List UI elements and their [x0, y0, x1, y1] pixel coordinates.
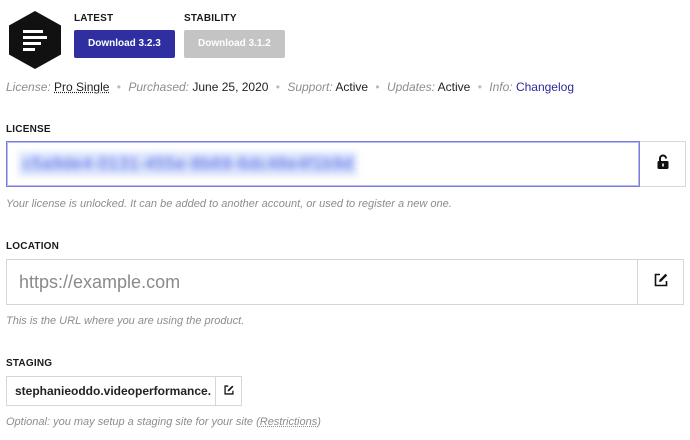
support-label: Support:	[287, 80, 333, 94]
separator: •	[477, 80, 482, 94]
staging-url-value: stephanieoddo.videoperformance.	[15, 384, 212, 398]
restrictions-link[interactable]: Restrictions	[260, 416, 317, 428]
stability-download-group: STABILITY Download 3.1.2	[184, 13, 285, 58]
purchased-label: Purchased:	[128, 80, 190, 94]
location-section-label: LOCATION	[6, 241, 60, 252]
separator: •	[116, 80, 121, 94]
license-type-label: License:	[6, 80, 51, 94]
staging-help-prefix: Optional: you may setup a staging site f…	[6, 416, 260, 428]
staging-help-text: Optional: you may setup a staging site f…	[6, 416, 321, 428]
location-placeholder: https://example.com	[19, 271, 181, 292]
updates-value: Active	[437, 80, 471, 94]
license-field-row: c5a9de4-0131-455e-8b69-6dc48e4f1b9d	[6, 141, 686, 187]
unlock-license-button[interactable]	[640, 141, 686, 187]
staging-url-input[interactable]: stephanieoddo.videoperformance.	[6, 376, 216, 406]
edit-icon	[654, 273, 668, 292]
license-help-text: Your license is unlocked. It can be adde…	[6, 198, 452, 210]
license-section-label: LICENSE	[6, 124, 51, 135]
license-meta-line: License: Pro Single • Purchased: June 25…	[6, 80, 574, 94]
edit-location-button[interactable]	[638, 259, 684, 305]
support-value: Active	[335, 80, 369, 94]
separator: •	[275, 80, 280, 94]
license-type-value: Pro Single	[54, 80, 110, 94]
location-url-input[interactable]: https://example.com	[6, 259, 638, 305]
license-key-input[interactable]: c5a9de4-0131-455e-8b69-6dc48e4f1b9d	[6, 141, 640, 187]
staging-field-row: stephanieoddo.videoperformance.	[6, 376, 242, 406]
updates-label: Updates:	[386, 80, 435, 94]
edit-staging-button[interactable]	[216, 376, 242, 406]
product-logo	[8, 10, 62, 70]
unlock-icon	[656, 154, 670, 175]
info-label: Info:	[489, 80, 513, 94]
download-stability-button[interactable]: Download 3.1.2	[184, 30, 285, 58]
location-field-row: https://example.com	[6, 259, 684, 305]
separator: •	[375, 80, 380, 94]
staging-help-suffix: )	[317, 416, 321, 428]
latest-label: LATEST	[74, 13, 114, 24]
changelog-link[interactable]: Changelog	[516, 80, 574, 94]
license-key-value: c5a9de4-0131-455e-8b69-6dc48e4f1b9d	[19, 152, 358, 176]
edit-icon	[223, 382, 234, 400]
location-help-text: This is the URL where you are using the …	[6, 315, 245, 327]
download-latest-button[interactable]: Download 3.2.3	[74, 30, 175, 58]
staging-section-label: STAGING	[6, 358, 53, 369]
latest-download-group: LATEST Download 3.2.3	[74, 13, 175, 58]
stability-label: STABILITY	[184, 13, 237, 24]
purchased-value: June 25, 2020	[192, 80, 269, 94]
